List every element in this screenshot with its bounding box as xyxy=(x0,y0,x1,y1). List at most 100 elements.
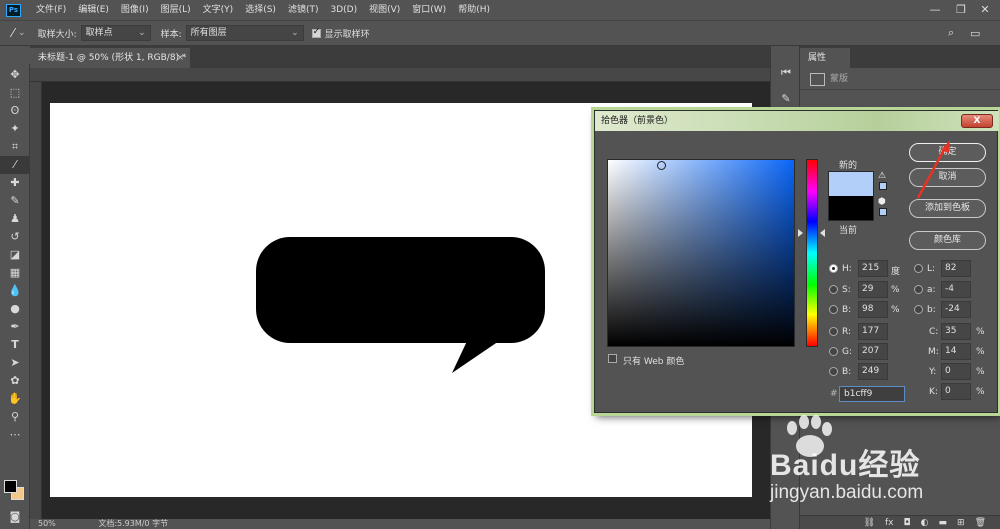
document-tab[interactable]: 未标题-1 @ 50% (形状 1, RGB/8) * × xyxy=(30,48,190,68)
magic-wand-tool-icon[interactable]: ✦ xyxy=(0,120,30,138)
link-icon[interactable]: ⛓ xyxy=(864,518,875,528)
y-field[interactable]: 0 xyxy=(941,363,971,380)
show-ring-checkbox[interactable] xyxy=(311,27,321,38)
stamp-tool-icon[interactable]: ♟ xyxy=(0,210,30,228)
lasso-tool-icon[interactable]: ʘ xyxy=(0,102,30,120)
close-window-icon[interactable]: ✕ xyxy=(970,0,1000,20)
folder-icon[interactable]: ▬ xyxy=(939,518,948,528)
hex-field[interactable]: b1cff9 xyxy=(839,386,905,402)
tool-preset-chevron-icon[interactable]: ⌄ xyxy=(18,28,26,38)
color-picker-cursor[interactable] xyxy=(657,161,666,170)
menu-3d[interactable]: 3D(D) xyxy=(324,0,363,20)
dodge-tool-icon[interactable]: ● xyxy=(0,300,30,318)
brush-panel-icon[interactable]: ✎ xyxy=(771,90,801,108)
hue-slider-right-arrow-icon[interactable] xyxy=(820,229,825,237)
new-layer-icon[interactable]: ⊞ xyxy=(957,518,965,528)
marquee-tool-icon[interactable]: ⬚ xyxy=(0,84,30,102)
radio-l[interactable] xyxy=(914,264,923,273)
web-colors-only-label: 只有 Web 颜色 xyxy=(623,357,685,367)
eraser-tool-icon[interactable]: ◪ xyxy=(0,246,30,264)
menu-select[interactable]: 选择(S) xyxy=(239,0,282,20)
menu-filter[interactable]: 滤镜(T) xyxy=(282,0,325,20)
l-field[interactable]: 82 xyxy=(941,260,971,277)
blur-tool-icon[interactable]: 💧 xyxy=(0,282,30,300)
dialog-close-button[interactable]: X xyxy=(961,114,993,128)
eyedropper-tool-icon[interactable]: ⁄ xyxy=(0,156,30,174)
menu-edit[interactable]: 编辑(E) xyxy=(72,0,115,20)
color-swatches[interactable] xyxy=(4,480,26,502)
brush-tool-icon[interactable]: ✎ xyxy=(0,192,30,210)
menu-type[interactable]: 文字(Y) xyxy=(197,0,240,20)
quick-mask-icon[interactable]: ◙ xyxy=(0,508,30,526)
sample-select[interactable]: 所有图层 ⌄ xyxy=(185,25,304,41)
menu-view[interactable]: 视图(V) xyxy=(363,0,406,20)
zoom-tool-icon[interactable]: ⚲ xyxy=(0,408,30,426)
radio-blue[interactable] xyxy=(829,367,838,376)
menu-layer[interactable]: 图层(L) xyxy=(155,0,197,20)
radio-r[interactable] xyxy=(829,327,838,336)
ok-button[interactable]: 确定 xyxy=(909,143,986,162)
history-panel-icon[interactable]: ⏮ xyxy=(771,64,801,82)
mask-row[interactable]: 蒙版 xyxy=(800,68,1000,90)
radio-b[interactable] xyxy=(829,305,838,314)
m-field[interactable]: 14 xyxy=(941,343,971,360)
lab-b-field[interactable]: -24 xyxy=(941,301,971,318)
tab-properties[interactable]: 属性 xyxy=(800,48,850,68)
blue-field[interactable]: 249 xyxy=(858,363,888,380)
web-safe-swatch[interactable] xyxy=(879,208,887,216)
search-icon[interactable]: ⌕ xyxy=(948,26,954,40)
a-label: a: xyxy=(927,285,936,295)
current-color-swatch[interactable] xyxy=(828,196,874,221)
menu-window[interactable]: 窗口(W) xyxy=(406,0,452,20)
trash-icon[interactable]: 🗑 xyxy=(975,518,986,528)
c-field[interactable]: 35 xyxy=(941,323,971,340)
more-tools-icon[interactable]: ⋯ xyxy=(0,426,30,444)
h-field[interactable]: 215 xyxy=(858,260,888,277)
fx-icon[interactable]: fx xyxy=(885,518,894,528)
radio-g[interactable] xyxy=(829,347,838,356)
type-tool-icon[interactable]: T xyxy=(0,336,30,354)
dialog-title[interactable]: 拾色器（前景色） xyxy=(595,111,999,131)
mask-icon[interactable]: ◘ xyxy=(904,518,911,528)
shape-tool-icon[interactable]: ✿ xyxy=(0,372,30,390)
radio-s[interactable] xyxy=(829,285,838,294)
hue-slider-left-arrow-icon[interactable] xyxy=(798,229,803,237)
menu-file[interactable]: 文件(F) xyxy=(30,0,72,20)
s-field[interactable]: 29 xyxy=(858,281,888,298)
radio-h[interactable] xyxy=(829,264,838,273)
adjustment-icon[interactable]: ◐ xyxy=(921,518,929,528)
out-of-gamut-warning-icon[interactable]: ⚠ xyxy=(878,171,886,181)
close-tab-icon[interactable]: × xyxy=(176,48,184,68)
saturation-brightness-field[interactable] xyxy=(607,159,795,347)
hand-tool-icon[interactable]: ✋ xyxy=(0,390,30,408)
healing-tool-icon[interactable]: ✚ xyxy=(0,174,30,192)
web-safe-cube-icon[interactable]: ⬢ xyxy=(878,197,886,207)
radio-a[interactable] xyxy=(914,285,923,294)
a-field[interactable]: -4 xyxy=(941,281,971,298)
gamut-swatch[interactable] xyxy=(879,182,887,190)
sample-size-select[interactable]: 取样点 ⌄ xyxy=(80,25,151,41)
cancel-button[interactable]: 取消 xyxy=(909,168,986,187)
r-field[interactable]: 177 xyxy=(858,323,888,340)
zoom-level[interactable]: 50% xyxy=(38,519,56,528)
foreground-color-swatch[interactable] xyxy=(4,480,17,493)
eyedropper-tool-icon[interactable]: ⁄ xyxy=(12,26,14,40)
k-field[interactable]: 0 xyxy=(941,383,971,400)
radio-lab-b[interactable] xyxy=(914,305,923,314)
workspace-icon[interactable]: ▭ xyxy=(970,27,980,40)
menu-image[interactable]: 图像(I) xyxy=(115,0,155,20)
history-brush-icon[interactable]: ↺ xyxy=(0,228,30,246)
pen-tool-icon[interactable]: ✒ xyxy=(0,318,30,336)
hue-slider[interactable] xyxy=(806,159,818,347)
crop-tool-icon[interactable]: ⌗ xyxy=(0,138,30,156)
color-libraries-button[interactable]: 颜色库 xyxy=(909,231,986,250)
gradient-tool-icon[interactable]: ▦ xyxy=(0,264,30,282)
g-field[interactable]: 207 xyxy=(858,343,888,360)
menu-help[interactable]: 帮助(H) xyxy=(452,0,496,20)
move-tool-icon[interactable]: ✥ xyxy=(0,66,30,84)
web-colors-only-checkbox[interactable] xyxy=(608,354,617,363)
b-field[interactable]: 98 xyxy=(858,301,888,318)
add-to-swatches-button[interactable]: 添加到色板 xyxy=(909,199,986,218)
document-info[interactable]: 文档:5.93M/0 字节 xyxy=(98,519,168,528)
path-select-tool-icon[interactable]: ➤ xyxy=(0,354,30,372)
